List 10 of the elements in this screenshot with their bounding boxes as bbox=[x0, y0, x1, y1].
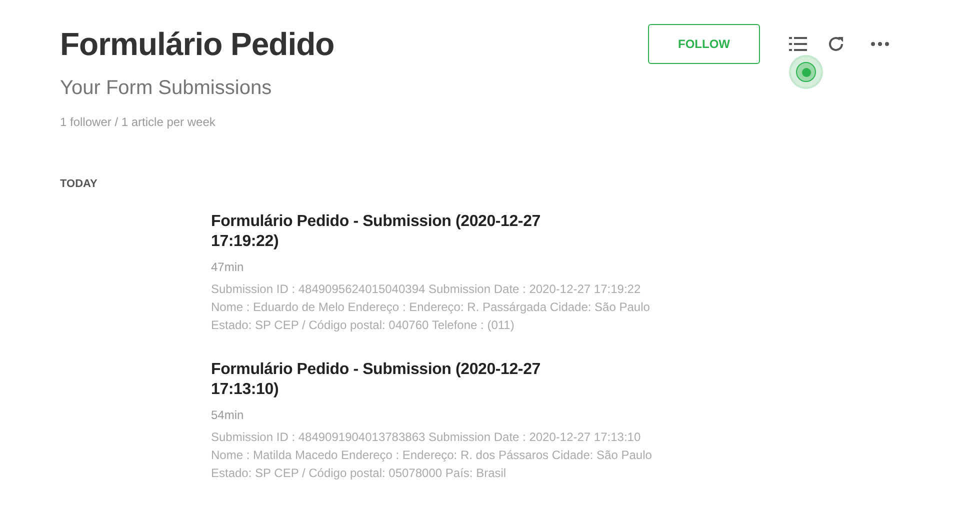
entry-summary: Submission ID : 4849095624015040394 Submission Date : 2020-12-27 17:19:22 Nome : Eduardo de Melo Endereço : Endereço: R. Passárgada Cidade: São Paulo Estado: SP CEP / Código postal: 040760 Telefone : (011) bbox=[211, 281, 651, 334]
entry-title[interactable]: Formulário Pedido - Submission (2020-12-27 17:19:22) bbox=[211, 212, 541, 252]
entry-age: 54min bbox=[211, 408, 245, 422]
follower-stats: 1 follower / 1 article per week bbox=[60, 115, 216, 129]
page-title: Formulário Pedido bbox=[60, 25, 334, 64]
entry-age: 47min bbox=[211, 260, 245, 274]
entry-summary: Submission ID : 4849091904013783863 Submission Date : 2020-12-27 17:13:10 Nome : Matilda Macedo Endereço : Endereço: R. dos Pássaros Cidade: São Paulo Estado: SP CEP / Código postal: 05078000 País: Brasil bbox=[211, 429, 653, 482]
page-subtitle: Your Form Submissions bbox=[60, 77, 273, 100]
section-label: TODAY bbox=[60, 178, 98, 190]
entry-title[interactable]: Formulário Pedido - Submission (2020-12-27 17:13:10) bbox=[211, 360, 541, 400]
